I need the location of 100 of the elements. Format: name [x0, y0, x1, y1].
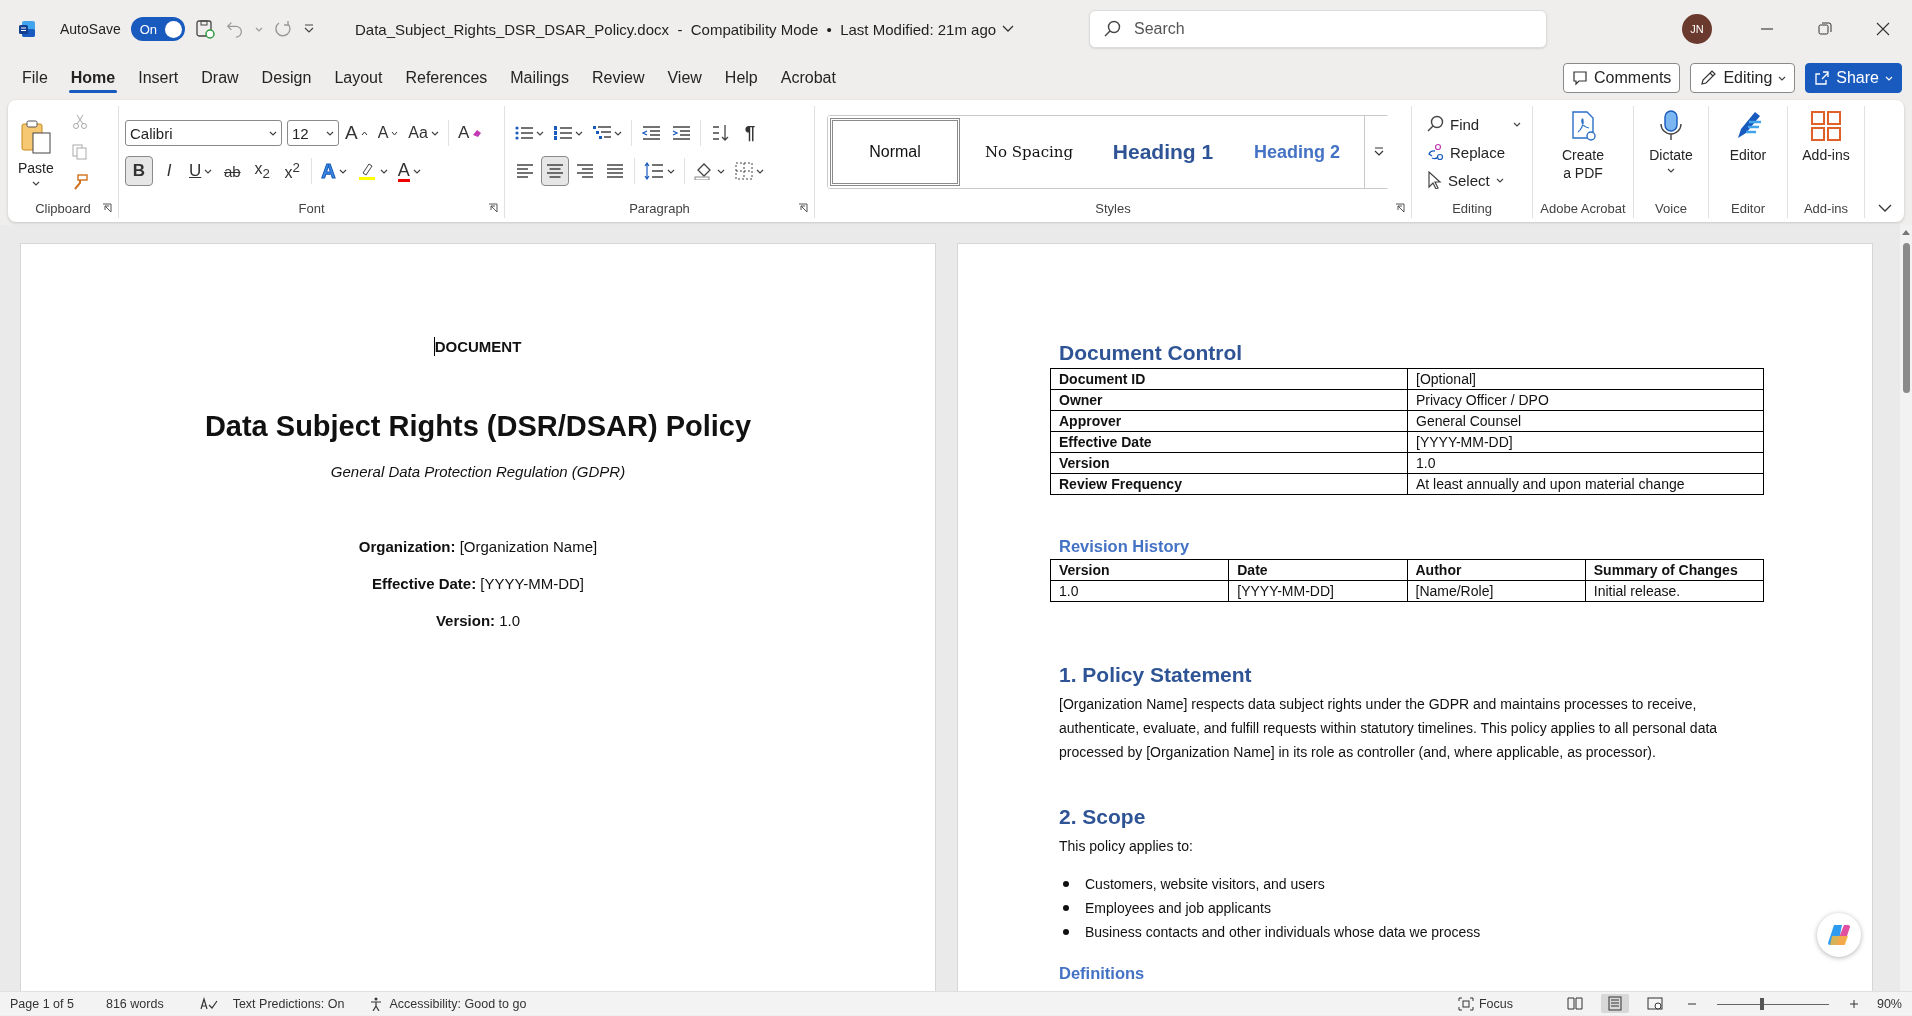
zoom-slider[interactable] — [1716, 997, 1829, 1010]
document-field: Effective Date: [YYYY-MM-DD] — [372, 575, 584, 592]
ribbon-tab[interactable]: Draw — [191, 60, 249, 96]
accessibility-status[interactable]: Accessibility: Good to go — [389, 996, 527, 1011]
chevron-down-icon — [1878, 204, 1892, 212]
font-size-dropdown[interactable]: 12 — [287, 120, 339, 146]
section-heading: 1. Policy Statement — [1059, 662, 1253, 688]
table-cell: General Counsel — [1407, 410, 1764, 432]
bold-button[interactable]: B — [125, 156, 153, 186]
caret-icon — [1667, 168, 1675, 173]
ribbon-tab[interactable]: Acrobat — [770, 60, 846, 96]
focus-button[interactable]: Focus — [1451, 995, 1519, 1012]
superscript-button[interactable]: x$^{2}$ — [278, 156, 307, 186]
editing-mode-button[interactable]: Editing — [1690, 63, 1796, 93]
text-predictions-status[interactable]: Text Predictions: On — [232, 996, 345, 1011]
dictate-button[interactable]: Dictate — [1645, 110, 1697, 173]
show-formatting-button[interactable]: ¶ — [736, 118, 764, 148]
font-color-button[interactable]: A — [393, 156, 425, 186]
align-right-icon — [576, 163, 594, 179]
paste-button[interactable]: Paste — [14, 118, 58, 186]
outdent-icon — [642, 125, 660, 141]
style-option[interactable]: Normal — [828, 116, 962, 188]
list-item-text: Employees and job applicants — [1085, 900, 1271, 916]
caret-icon — [269, 130, 277, 136]
find-button[interactable]: Find — [1424, 111, 1524, 137]
ribbon-tab[interactable]: Insert — [128, 60, 189, 96]
caret-icon — [379, 168, 388, 174]
group-label: Adobe Acrobat — [1540, 200, 1626, 216]
print-layout-button[interactable] — [1600, 994, 1629, 1013]
ribbon-tab[interactable]: File — [12, 60, 58, 96]
ribbon-tab[interactable]: References — [395, 60, 498, 96]
group-label: Editing — [1452, 200, 1492, 216]
section-heading: Document Control — [1059, 340, 1244, 366]
replace-button[interactable]: Replace — [1424, 139, 1524, 165]
bullet-icon — [1063, 929, 1069, 935]
clipboard-icon — [19, 118, 52, 155]
select-button[interactable]: Select — [1424, 167, 1524, 193]
subscript-button[interactable]: x$_{2}$ — [248, 156, 277, 186]
ribbon-tab[interactable]: View — [657, 60, 712, 96]
expand-gallery-icon — [1373, 147, 1384, 157]
customize-caret-icon — [302, 24, 315, 34]
ribbon-tab[interactable]: Layout — [324, 60, 393, 96]
table-cell: 1.0 — [1050, 580, 1229, 602]
change-case-button[interactable]: Aa — [404, 118, 443, 148]
italic-button[interactable]: I — [155, 156, 183, 186]
ribbon-tab[interactable]: Mailings — [500, 60, 579, 96]
zoom-slider-thumb[interactable] — [1759, 997, 1764, 1010]
table-cell: [YYYY-MM-DD] — [1407, 431, 1764, 453]
table-cell: At least annually and upon material change — [1407, 473, 1764, 495]
add-ins-button[interactable]: Add-ins — [1798, 110, 1854, 164]
font-name-dropdown[interactable]: Calibri — [125, 120, 282, 146]
editor-button[interactable]: Editor — [1725, 110, 1771, 164]
ribbon-tab[interactable]: Design — [251, 60, 322, 96]
eraser-icon — [472, 129, 483, 137]
collapse-ribbon-button[interactable] — [1876, 202, 1894, 214]
ribbon-tab[interactable]: Review — [581, 60, 655, 96]
caret-icon — [430, 130, 439, 136]
caret-icon — [1513, 121, 1522, 127]
scrollbar-thumb[interactable] — [1902, 243, 1910, 393]
text-effects-button[interactable]: A — [317, 156, 351, 186]
table-cell: Document ID — [1050, 368, 1408, 390]
shrink-font-button[interactable]: A — [373, 118, 403, 148]
word-count[interactable]: 816 words — [105, 996, 164, 1011]
indent-icon — [672, 125, 690, 141]
launcher-icon — [488, 203, 498, 213]
caret-icon — [326, 130, 334, 136]
caret-icon — [614, 130, 622, 136]
comment-icon — [1572, 70, 1588, 86]
proofing-icon — [199, 996, 218, 1011]
comments-button[interactable]: Comments — [1563, 63, 1681, 93]
clear-formatting-button[interactable]: A — [453, 118, 487, 148]
zoom-level[interactable]: 90% — [1876, 996, 1902, 1011]
underline-button[interactable]: U — [185, 156, 217, 186]
dialog-launcher-button[interactable] — [798, 203, 808, 213]
dialog-launcher-button[interactable] — [102, 203, 112, 213]
document-field: Organization: [Organization Name] — [358, 538, 598, 555]
document-title: Data_Subject_Rights_DSR_DSAR_Policy.docx - Compatibility Mode • Last Modified: 21m ago — [355, 20, 997, 38]
strikethrough-button[interactable]: ab — [218, 156, 247, 186]
launcher-icon — [1395, 203, 1405, 213]
align-center-button[interactable] — [541, 156, 569, 186]
bullet-icon — [1063, 881, 1069, 887]
dialog-launcher-button[interactable] — [1395, 203, 1405, 213]
autosave-toggle[interactable]: On — [130, 17, 185, 41]
grow-font-button[interactable]: A — [341, 118, 372, 148]
vertical-scrollbar[interactable] — [1900, 225, 1912, 991]
user-avatar[interactable]: JN — [1682, 14, 1712, 44]
body-paragraph: This policy applies to: — [1059, 837, 1194, 856]
column-header: Version — [1050, 559, 1229, 581]
borders-icon — [735, 162, 753, 180]
column-header: Author — [1407, 559, 1586, 581]
chevron-down-icon — [1002, 25, 1015, 33]
ribbon-tab[interactable]: Help — [714, 60, 768, 96]
ribbon-tab[interactable]: Home — [60, 60, 126, 96]
group-label: Paragraph — [629, 200, 690, 216]
page-count[interactable]: Page 1 of 5 — [10, 996, 74, 1011]
dialog-launcher-button[interactable] — [488, 203, 498, 213]
create-pdf-button[interactable]: Create a PDF — [1558, 110, 1608, 182]
search-field[interactable]: Search — [1089, 10, 1547, 48]
caret-icon — [717, 168, 725, 174]
share-button[interactable]: Share — [1805, 63, 1902, 93]
